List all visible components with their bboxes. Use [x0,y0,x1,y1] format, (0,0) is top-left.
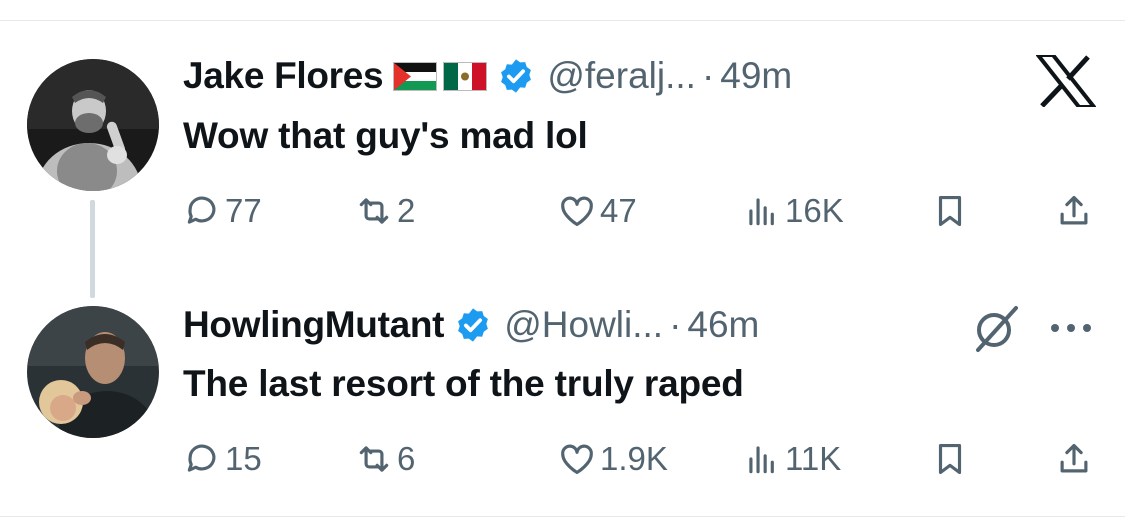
retweet-count: 2 [397,192,416,229]
retweet-button[interactable]: 2 [355,192,415,230]
avatar-jake-flores[interactable] [27,59,159,191]
bottom-divider [0,516,1125,517]
retweet-icon [359,446,389,472]
bookmark-button[interactable] [931,192,969,230]
reply-button[interactable]: 77 [183,192,262,230]
separator-dot: · [669,304,682,345]
views-count: 16K [785,192,844,229]
timestamp[interactable]: 49m [720,55,792,97]
reply-count: 77 [225,192,262,229]
avatar-howlingmutant[interactable] [27,306,159,438]
reply-count: 15 [225,440,262,477]
views-icon [749,446,774,474]
tweet-text: Wow that guy's mad lol [183,115,588,156]
bookmark-icon [938,443,962,475]
views-count: 11K [785,440,842,477]
like-count: 47 [600,192,637,229]
bookmark-button[interactable] [931,440,969,478]
grok-icon[interactable] [970,302,1022,354]
tweet-header: Jake Flores @feralj... · 49m [183,51,792,101]
retweet-button[interactable]: 6 [355,440,415,478]
reply-button[interactable]: 15 [183,440,262,478]
tweet-actions: 15 6 1.9K 11K [183,440,1093,490]
heart-icon [561,196,593,227]
views-button[interactable]: 16K [743,192,844,230]
timestamp[interactable]: 46m [687,304,759,346]
like-count: 1.9K [600,440,668,477]
user-handle[interactable]: @Howli... [504,304,663,346]
separator-dot: · [701,55,715,96]
retweet-icon [359,198,389,224]
retweet-count: 6 [397,440,416,477]
thread-connector-line [90,200,95,298]
tweet-text: The last resort of the truly raped [183,363,744,404]
user-handle[interactable]: @feralj... [547,55,696,97]
display-name[interactable]: HowlingMutant [183,304,445,346]
verified-badge-icon [501,59,532,93]
top-divider [0,20,1125,21]
name-flags [393,61,488,91]
more-icon[interactable] [1045,313,1097,343]
mexico-flag-icon [443,61,488,91]
verified-badge-icon [458,308,489,342]
share-button[interactable] [1055,440,1093,478]
tweet-header: HowlingMutant @Howli... · 46m [183,300,759,350]
reply-icon [187,196,216,224]
x-logo-icon[interactable] [1036,55,1096,107]
reply-icon [187,444,216,472]
views-icon [749,198,774,226]
bookmark-icon [938,195,962,227]
like-button[interactable]: 1.9K [558,440,668,478]
tweet-actions: 77 2 47 16K [183,192,1093,242]
heart-icon [561,444,593,475]
share-icon [1060,443,1088,473]
views-button[interactable]: 11K [743,440,841,478]
like-button[interactable]: 47 [558,192,637,230]
palestine-flag-icon [393,61,438,91]
avatar-photo-grayscale [27,59,159,191]
share-button[interactable] [1055,192,1093,230]
avatar-photo [27,306,159,438]
display-name[interactable]: Jake Flores [183,55,384,97]
share-icon [1060,195,1088,225]
